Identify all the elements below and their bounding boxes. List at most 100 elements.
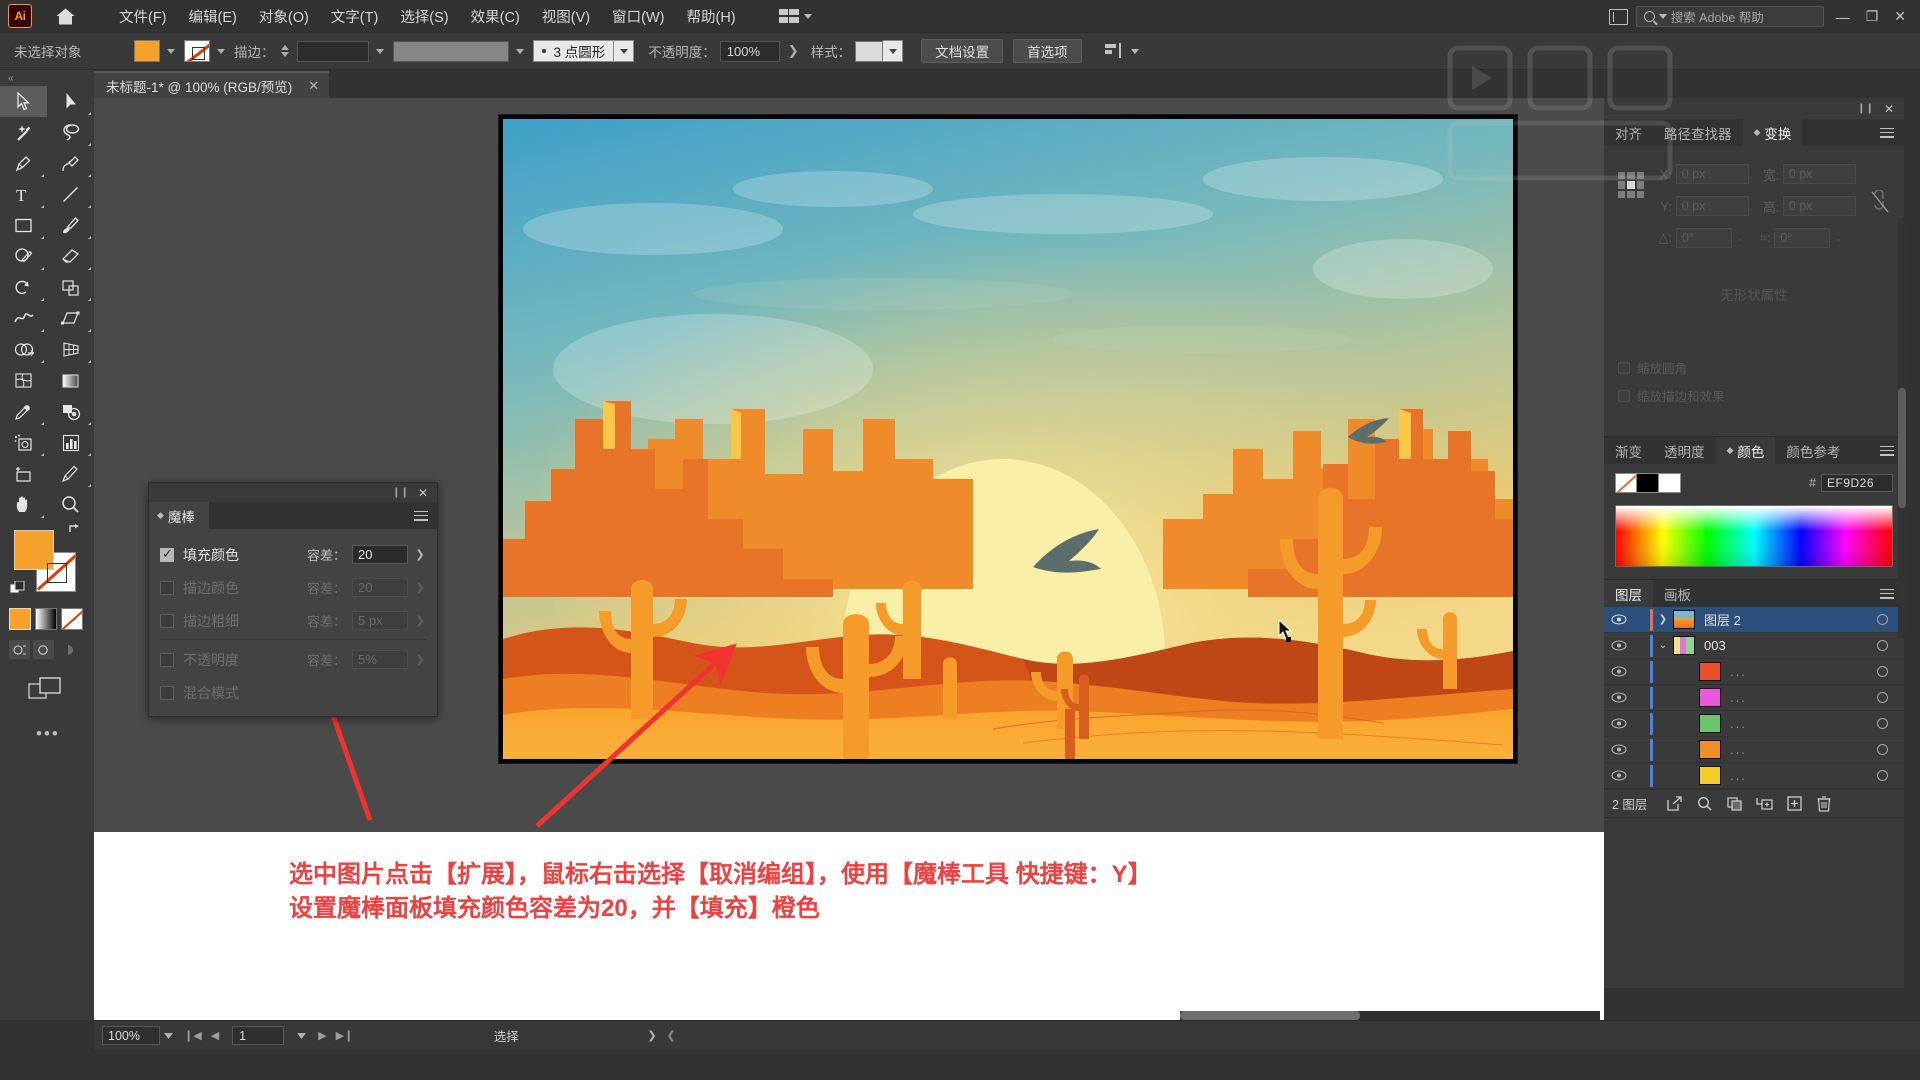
- menu-type[interactable]: 文字(T): [320, 1, 390, 32]
- free-transform-tool[interactable]: [47, 303, 94, 334]
- gradient-mode[interactable]: [35, 608, 57, 630]
- fill-color-swatch[interactable]: [134, 40, 160, 62]
- layer-name[interactable]: ...: [1730, 716, 1860, 731]
- height-input[interactable]: 0 px: [1782, 196, 1856, 216]
- variable-width-profile-preview[interactable]: [392, 40, 509, 62]
- delete-layer-button[interactable]: [1809, 795, 1839, 812]
- target-indicator[interactable]: [1860, 718, 1904, 729]
- create-layer-button[interactable]: [1779, 796, 1809, 811]
- scale-strokes-checkbox-row[interactable]: 缩放描边和效果: [1618, 386, 1725, 405]
- artboard-tool[interactable]: [0, 458, 47, 489]
- shape-builder-tool[interactable]: [0, 334, 47, 365]
- eyedropper-tool[interactable]: [0, 396, 47, 427]
- collapse-icon[interactable]: ❙❙: [1857, 103, 1874, 114]
- target-indicator[interactable]: [1860, 744, 1904, 755]
- lasso-tool[interactable]: [47, 117, 94, 148]
- visibility-icon[interactable]: [1604, 692, 1634, 703]
- direct-selection-tool[interactable]: [47, 86, 94, 117]
- layer-name[interactable]: 003: [1704, 638, 1860, 653]
- magic-wand-row-blend-mode[interactable]: 混合模式: [149, 676, 437, 709]
- stroke-weight-tolerance-input[interactable]: 5 px: [352, 611, 408, 630]
- make-clipping-mask-button[interactable]: [1719, 796, 1749, 811]
- fill-color-checkbox[interactable]: [160, 546, 174, 562]
- paintbrush-tool[interactable]: [47, 210, 94, 241]
- draw-inside-icon[interactable]: [57, 640, 78, 659]
- visibility-icon[interactable]: [1604, 666, 1634, 677]
- chevron-down-icon[interactable]: [1130, 48, 1139, 54]
- magic-wand-row-stroke-color[interactable]: 描边颜色 容差： 20 ❯: [149, 571, 437, 604]
- close-icon[interactable]: ✕: [418, 486, 428, 500]
- perspective-grid-tool[interactable]: [47, 334, 94, 365]
- scale-strokes-checkbox[interactable]: [1618, 389, 1630, 402]
- zoom-level-input[interactable]: 100%: [102, 1026, 160, 1045]
- opacity-slider-arrow-icon[interactable]: ❯: [414, 653, 426, 666]
- collapse-icon[interactable]: ❙❙: [392, 487, 409, 498]
- tab-magic-wand[interactable]: ◆ 魔棒: [149, 502, 209, 529]
- document-tab[interactable]: 未标题-1* @ 100% (RGB/预览) ✕: [94, 71, 330, 98]
- close-icon[interactable]: ✕: [308, 78, 319, 94]
- stroke-color-swatch[interactable]: [184, 40, 210, 62]
- maximize-button[interactable]: ❐: [1862, 8, 1883, 25]
- document-setup-button[interactable]: 文档设置: [921, 39, 1004, 63]
- menu-file[interactable]: 文件(F): [108, 1, 178, 32]
- menu-view[interactable]: 视图(V): [531, 1, 601, 32]
- align-icon[interactable]: [1104, 43, 1124, 59]
- chevron-down-icon[interactable]: [293, 1032, 309, 1039]
- chevron-down-icon[interactable]: ⌄: [1653, 640, 1673, 651]
- default-fill-stroke-icon[interactable]: [10, 581, 25, 596]
- width-tool[interactable]: [0, 303, 47, 334]
- column-graph-tool[interactable]: [47, 427, 94, 458]
- tab-transparency[interactable]: 透明度: [1653, 437, 1716, 464]
- visibility-icon[interactable]: [1604, 640, 1634, 651]
- locate-object-button[interactable]: [1659, 796, 1689, 811]
- artboard-number-input[interactable]: 1: [232, 1026, 285, 1045]
- previous-artboard-button[interactable]: ◀: [211, 1029, 219, 1042]
- layer-row-sub-2[interactable]: ...: [1604, 685, 1904, 711]
- magic-wand-row-fill-color[interactable]: 填充颜色 容差： 20 ❯: [149, 538, 437, 571]
- target-indicator[interactable]: [1860, 770, 1904, 781]
- stroke-weight-slider-arrow-icon[interactable]: ❯: [414, 614, 426, 627]
- chevron-down-icon[interactable]: [167, 48, 175, 54]
- tab-color-guide[interactable]: 颜色参考: [1775, 437, 1851, 464]
- line-segment-tool[interactable]: [47, 179, 94, 210]
- swap-fill-stroke-icon[interactable]: [68, 523, 82, 537]
- opacity-options-arrow-icon[interactable]: ❯: [780, 43, 807, 59]
- tab-artboards[interactable]: 画板: [1653, 580, 1702, 607]
- chevron-down-icon[interactable]: [515, 48, 524, 54]
- symbol-sprayer-tool[interactable]: [0, 427, 47, 458]
- reference-point-selector[interactable]: [1618, 172, 1644, 198]
- none-mode[interactable]: [61, 608, 83, 630]
- layer-row-sub-5[interactable]: ...: [1604, 763, 1904, 789]
- status-chevron-icon[interactable]: ❮: [667, 1029, 676, 1042]
- panel-menu-icon[interactable]: [1880, 127, 1894, 138]
- preferences-button[interactable]: 首选项: [1013, 39, 1082, 63]
- scale-corners-checkbox[interactable]: [1618, 361, 1630, 374]
- layer-name[interactable]: ...: [1730, 742, 1860, 757]
- hand-tool[interactable]: [0, 489, 47, 520]
- stroke-color-checkbox[interactable]: [160, 580, 174, 595]
- rotate-tool[interactable]: [0, 272, 47, 303]
- layer-name[interactable]: 图层 2: [1704, 610, 1860, 629]
- slice-tool[interactable]: [47, 458, 94, 489]
- menu-edit[interactable]: 编辑(E): [178, 1, 248, 32]
- next-artboard-button[interactable]: ▶: [318, 1029, 326, 1042]
- visibility-icon[interactable]: [1604, 744, 1634, 755]
- status-info-text[interactable]: 选择: [371, 1026, 642, 1045]
- panel-menu-icon[interactable]: [1880, 445, 1894, 456]
- chevron-down-icon[interactable]: [217, 48, 225, 54]
- visibility-icon[interactable]: [1604, 770, 1634, 781]
- layer-row-layer-2[interactable]: ❯ 图层 2: [1604, 607, 1904, 633]
- visibility-icon[interactable]: [1604, 614, 1634, 625]
- mesh-tool[interactable]: [0, 365, 47, 396]
- search-input[interactable]: 搜索 Adobe 帮助: [1671, 7, 1764, 26]
- magic-wand-panel[interactable]: ❙❙ ✕ ◆ 魔棒 填充颜色 容差： 20 ❯: [148, 482, 438, 717]
- close-icon[interactable]: ✕: [1884, 102, 1894, 116]
- menu-help[interactable]: 帮助(H): [675, 1, 746, 32]
- artboard[interactable]: [499, 115, 1517, 763]
- layer-name[interactable]: ...: [1730, 690, 1860, 705]
- chevron-down-icon[interactable]: [883, 40, 904, 62]
- panel-scrollbar[interactable]: [1898, 218, 1906, 638]
- magic-wand-row-stroke-weight[interactable]: 描边粗细 容差： 5 px ❯: [149, 604, 437, 637]
- tab-align[interactable]: 对齐: [1604, 119, 1653, 146]
- shaper-tool[interactable]: [0, 241, 47, 272]
